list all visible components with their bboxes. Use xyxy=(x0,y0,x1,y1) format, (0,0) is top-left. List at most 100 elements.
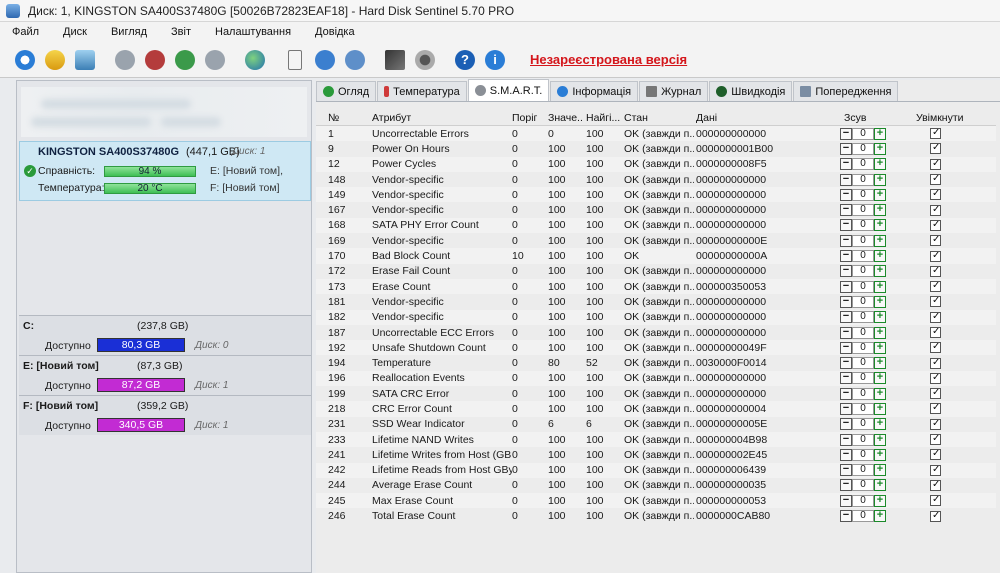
offset-value[interactable]: 0 xyxy=(852,204,874,217)
table-row[interactable]: 182 Vendor-specific 0 100 100 OK (завжди п...… xyxy=(316,309,996,325)
table-row[interactable]: 12 Power Cycles 0 100 100 OK (завжди п... 0000… xyxy=(316,156,996,172)
settings-button[interactable] xyxy=(412,47,438,73)
offset-value[interactable]: 0 xyxy=(852,188,874,201)
disk-card[interactable]: KINGSTON SA400S37480G (447,1 GB) Диск: 1… xyxy=(19,141,311,201)
offset-value[interactable]: 0 xyxy=(852,219,874,232)
table-row[interactable]: 194 Temperature 0 80 52 OK (завжди п... 003000… xyxy=(316,355,996,370)
decrease-offset-button[interactable]: − xyxy=(840,357,852,370)
increase-offset-button[interactable]: + xyxy=(874,433,886,446)
volume-c[interactable]: C: (237,8 GB) Доступно 80,3 GB Диск: 0 xyxy=(19,315,311,355)
table-row[interactable]: 173 Erase Count 0 100 100 OK (завжди п... 0000… xyxy=(316,278,996,295)
increase-offset-button[interactable]: + xyxy=(874,219,886,232)
offset-value[interactable]: 0 xyxy=(852,464,874,477)
volume-e[interactable]: E: [Новий том] (87,3 GB) Доступно 87,2 G… xyxy=(19,355,311,395)
decrease-offset-button[interactable]: − xyxy=(840,142,852,155)
decrease-offset-button[interactable]: − xyxy=(840,464,852,477)
offset-value[interactable]: 0 xyxy=(852,173,874,186)
offset-value[interactable]: 0 xyxy=(852,250,874,263)
info-button[interactable]: i xyxy=(482,47,508,73)
header-enabled[interactable]: Увімкнути xyxy=(916,112,976,124)
decrease-offset-button[interactable]: − xyxy=(840,418,852,431)
enable-checkbox[interactable] xyxy=(930,311,941,323)
offset-value[interactable]: 0 xyxy=(852,433,874,446)
header-worst[interactable]: Найгі... xyxy=(586,112,620,124)
enable-checkbox[interactable] xyxy=(930,204,941,216)
decrease-offset-button[interactable]: − xyxy=(840,448,852,461)
increase-offset-button[interactable]: + xyxy=(874,280,886,293)
enable-checkbox[interactable] xyxy=(930,479,941,491)
decrease-offset-button[interactable]: − xyxy=(840,311,852,324)
table-row[interactable]: 169 Vendor-specific 0 100 100 OK (завжди п...… xyxy=(316,233,996,248)
enable-checkbox[interactable] xyxy=(930,510,941,522)
menu-disk[interactable]: Диск xyxy=(63,26,87,38)
send-report-button[interactable] xyxy=(312,47,338,73)
table-row[interactable]: 218 CRC Error Count 0 100 100 OK (завжди п...… xyxy=(316,401,996,417)
table-row[interactable]: 233 Lifetime NAND Writes 0 100 100 OK (завжди… xyxy=(316,431,996,448)
tool-button-4[interactable] xyxy=(202,47,228,73)
offset-value[interactable]: 0 xyxy=(852,142,874,155)
header-num[interactable]: № xyxy=(328,112,364,124)
table-row[interactable]: 170 Bad Block Count 10 100 100 OK 00000000000A… xyxy=(316,248,996,264)
table-row[interactable]: 231 SSD Wear Indicator 0 6 6 OK (завжди п... 0… xyxy=(316,417,996,432)
increase-offset-button[interactable]: + xyxy=(874,250,886,263)
enable-checkbox[interactable] xyxy=(930,449,941,461)
increase-offset-button[interactable]: + xyxy=(874,204,886,217)
offset-value[interactable]: 0 xyxy=(852,510,874,523)
decrease-offset-button[interactable]: − xyxy=(840,127,852,140)
enable-checkbox[interactable] xyxy=(930,495,941,507)
offset-value[interactable]: 0 xyxy=(852,387,874,400)
offset-value[interactable]: 0 xyxy=(852,127,874,140)
increase-offset-button[interactable]: + xyxy=(874,142,886,155)
increase-offset-button[interactable]: + xyxy=(874,127,886,140)
offset-value[interactable]: 0 xyxy=(852,372,874,385)
decrease-offset-button[interactable]: − xyxy=(840,204,852,217)
enable-checkbox[interactable] xyxy=(930,250,941,262)
table-row[interactable]: 148 Vendor-specific 0 100 100 OK (завжди п...… xyxy=(316,172,996,187)
increase-offset-button[interactable]: + xyxy=(874,265,886,278)
increase-offset-button[interactable]: + xyxy=(874,357,886,370)
table-row[interactable]: 244 Average Erase Count 0 100 100 OK (завжди … xyxy=(316,478,996,493)
offset-value[interactable]: 0 xyxy=(852,418,874,431)
table-row[interactable]: 199 SATA CRC Error 0 100 100 OK (завжди п... 0… xyxy=(316,386,996,401)
menu-file[interactable]: Файл xyxy=(12,26,39,38)
decrease-offset-button[interactable]: − xyxy=(840,402,852,415)
offset-value[interactable]: 0 xyxy=(852,295,874,308)
volume-f[interactable]: F: [Новий том] (359,2 GB) Доступно 340,5… xyxy=(19,395,311,435)
decrease-offset-button[interactable]: − xyxy=(840,433,852,446)
enable-checkbox[interactable] xyxy=(930,434,941,446)
offset-value[interactable]: 0 xyxy=(852,158,874,171)
enable-checkbox[interactable] xyxy=(930,464,941,476)
menu-settings[interactable]: Налаштування xyxy=(215,26,291,38)
tab-warnings[interactable]: Попередження xyxy=(793,81,899,101)
enable-checkbox[interactable] xyxy=(930,327,941,338)
enable-checkbox[interactable] xyxy=(930,403,941,415)
menu-view[interactable]: Вигляд xyxy=(111,26,147,38)
increase-offset-button[interactable]: + xyxy=(874,173,886,186)
decrease-offset-button[interactable]: − xyxy=(840,173,852,186)
increase-offset-button[interactable]: + xyxy=(874,341,886,354)
offset-value[interactable]: 0 xyxy=(852,265,874,278)
refresh-button[interactable] xyxy=(12,47,38,73)
decrease-offset-button[interactable]: − xyxy=(840,387,852,400)
enable-checkbox[interactable] xyxy=(930,219,941,231)
table-row[interactable]: 181 Vendor-specific 0 100 100 OK (завжди п...… xyxy=(316,294,996,309)
decrease-offset-button[interactable]: − xyxy=(840,188,852,201)
table-row[interactable]: 192 Unsafe Shutdown Count 0 100 100 OK (завжд… xyxy=(316,340,996,356)
tool-button-2[interactable] xyxy=(142,47,168,73)
table-row[interactable]: 242 Lifetime Reads from Host GBy... 0 100 10… xyxy=(316,462,996,478)
table-row[interactable]: 168 SATA PHY Error Count 0 100 100 OK (завжди… xyxy=(316,217,996,234)
enable-checkbox[interactable] xyxy=(930,296,941,308)
increase-offset-button[interactable]: + xyxy=(874,464,886,477)
decrease-offset-button[interactable]: − xyxy=(840,158,852,171)
enable-checkbox[interactable] xyxy=(930,281,941,293)
increase-offset-button[interactable]: + xyxy=(874,326,886,339)
unregistered-link[interactable]: Незареєстрована версія xyxy=(530,52,687,67)
table-row[interactable]: 187 Uncorrectable ECC Errors 0 100 100 OK (за… xyxy=(316,325,996,340)
tab-smart[interactable]: S.M.A.R.T. xyxy=(467,79,550,101)
increase-offset-button[interactable]: + xyxy=(874,188,886,201)
tab-performance[interactable]: Швидкодія xyxy=(709,81,793,101)
decrease-offset-button[interactable]: − xyxy=(840,372,852,385)
header-data[interactable]: Дані xyxy=(696,112,786,124)
decrease-offset-button[interactable]: − xyxy=(840,295,852,308)
tab-temperature[interactable]: Температура xyxy=(377,81,467,101)
